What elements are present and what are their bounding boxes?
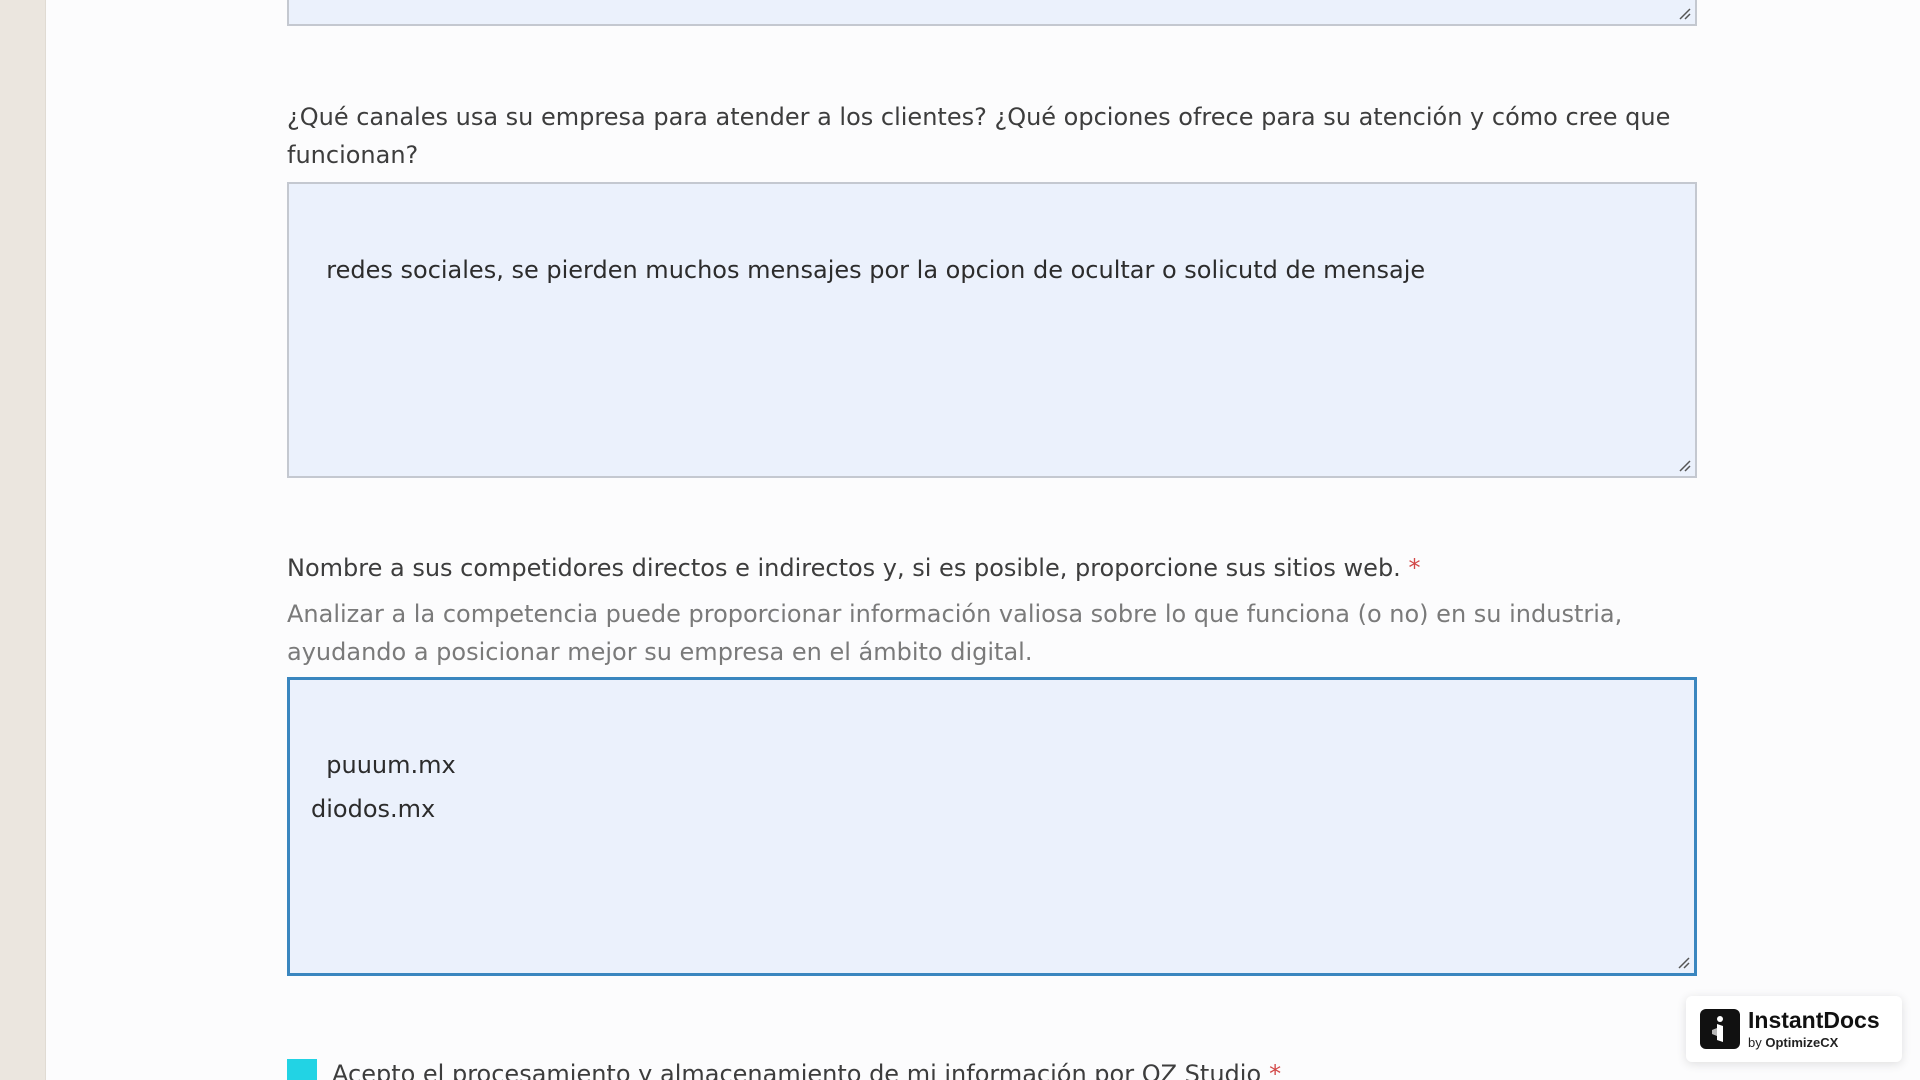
badge-by: by	[1748, 1035, 1762, 1050]
previous-answer-textarea[interactable]	[287, 0, 1697, 26]
consent-checkbox[interactable]	[287, 1059, 317, 1080]
competitors-question-label: Nombre a sus competidores directos e ind…	[287, 554, 1401, 582]
channels-answer-text: redes sociales, se pierden muchos mensaj…	[326, 256, 1426, 284]
badge-brand: OptimizeCX	[1765, 1035, 1839, 1050]
badge-subtitle: by OptimizeCX	[1748, 1036, 1880, 1049]
left-rail	[0, 0, 46, 1080]
competitors-answer-textarea[interactable]: puuum.mx diodos.mx	[287, 677, 1697, 976]
competitors-answer-text: puuum.mx diodos.mx	[311, 751, 456, 823]
resize-handle-icon[interactable]	[1677, 458, 1691, 472]
instantdocs-badge[interactable]: InstantDocs by OptimizeCX	[1686, 996, 1902, 1062]
competitors-question: Nombre a sus competidores directos e ind…	[287, 549, 1707, 587]
required-marker: *	[1269, 1060, 1282, 1080]
competitors-help-text: Analizar a la competencia puede proporci…	[287, 600, 1623, 666]
channels-question-label: ¿Qué canales usa su empresa para atender…	[287, 103, 1671, 169]
instantdocs-logo-icon	[1700, 1009, 1740, 1049]
resize-handle-icon[interactable]	[1676, 955, 1690, 969]
resize-handle-icon[interactable]	[1677, 6, 1691, 20]
consent-row: Acepto el procesamiento y almacenamiento…	[287, 1059, 1281, 1080]
channels-answer-textarea[interactable]: redes sociales, se pierden muchos mensaj…	[287, 182, 1697, 478]
required-marker: *	[1408, 554, 1421, 582]
badge-title: InstantDocs	[1748, 1007, 1880, 1033]
consent-label: Acepto el procesamiento y almacenamiento…	[332, 1060, 1262, 1080]
